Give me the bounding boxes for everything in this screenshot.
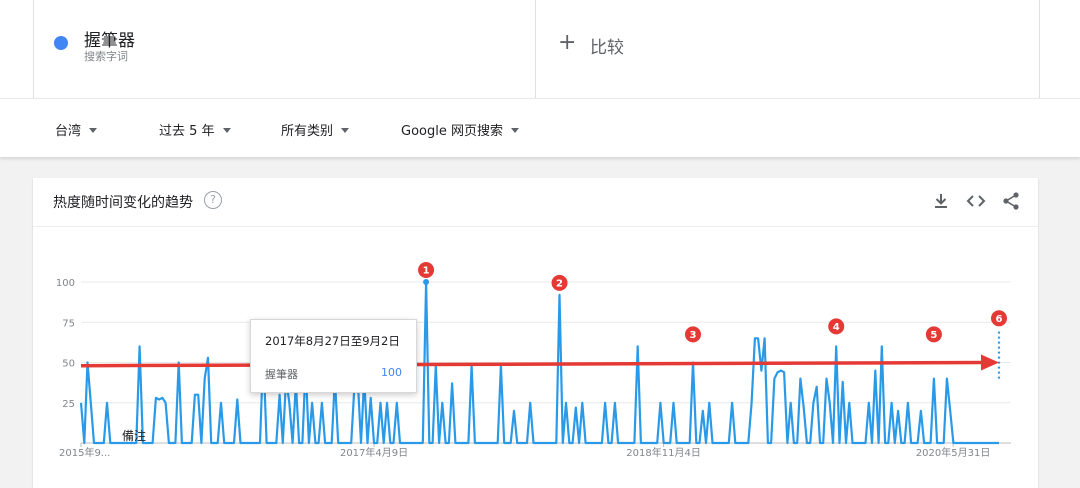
time-range-filter-label: 过去 5 年 (159, 124, 215, 139)
annotation-marker[interactable]: 5 (925, 326, 942, 343)
interest-over-time-card: 热度随时间变化的趋势 ? 25 50 75 100 2015年9... 2017年4月9日… (33, 178, 1038, 488)
region-filter-label: 台湾 (55, 124, 82, 139)
y-tick-label: 100 (56, 278, 75, 289)
annotation-marker-label: 5 (930, 330, 937, 341)
dropdown-caret-icon (222, 128, 231, 133)
tooltip-term: 握筆器 (265, 368, 298, 381)
plus-icon: + (558, 30, 577, 55)
y-tick-label: 50 (62, 359, 75, 370)
filter-bar: 台湾 过去 5 年 所有类别 Google 网页搜索 (0, 98, 1080, 157)
search-term-card[interactable]: 握筆器 搜索字词 (33, 0, 536, 98)
y-tick-label: 25 (62, 399, 75, 410)
highlight-point (423, 279, 430, 285)
x-tick-label: 2015年9... (59, 446, 110, 459)
annotation-marker-label: 6 (996, 314, 1003, 325)
compare-label: 比较 (590, 38, 624, 58)
series-color-dot (54, 36, 68, 50)
tooltip-date: 2017年8月27日至9月2日 (265, 334, 400, 348)
search-type-filter[interactable]: Google 网页搜索 (401, 120, 519, 139)
category-filter[interactable]: 所有类别 (281, 120, 350, 139)
annotation-marker-label: 4 (833, 322, 840, 333)
dropdown-caret-icon (341, 128, 350, 133)
dropdown-caret-icon (510, 128, 519, 133)
data-point-tooltip: 2017年8月27日至9月2日 握筆器 100 (250, 319, 417, 393)
notes-label[interactable]: 備注 (122, 427, 146, 444)
search-term-type: 搜索字词 (84, 50, 128, 63)
annotation-marker-label: 2 (556, 278, 563, 289)
x-tick-label: 2018年11月4日 (626, 446, 701, 459)
annotation-marker-label: 1 (423, 266, 430, 277)
x-tick-label: 2017年4月9日 (340, 446, 408, 459)
region-filter[interactable]: 台湾 (55, 120, 98, 139)
tooltip-value: 100 (381, 366, 402, 379)
annotation-marker[interactable]: 1 (418, 262, 435, 278)
search-type-filter-label: Google 网页搜索 (401, 124, 503, 139)
x-tick-label: 2020年5月31日 (916, 446, 991, 459)
y-tick-label: 75 (62, 318, 75, 329)
time-range-filter[interactable]: 过去 5 年 (159, 120, 231, 139)
trend-arrow-head (981, 354, 999, 371)
category-filter-label: 所有类别 (281, 124, 334, 139)
trend-chart[interactable]: 2550751002015年9... 2017年4月9日 2018年11月4日 202… (33, 178, 1038, 488)
dropdown-caret-icon (89, 128, 98, 133)
annotation-marker-label: 3 (690, 330, 697, 341)
annotation-marker[interactable]: 4 (828, 318, 845, 335)
search-terms-bar: 握筆器 搜索字词 + 比较 (0, 0, 1080, 98)
annotation-marker[interactable]: 3 (685, 326, 701, 343)
annotation-marker[interactable]: 2 (551, 274, 568, 291)
annotation-marker[interactable]: 6 (991, 310, 1007, 327)
compare-button[interactable]: + 比较 (535, 0, 1040, 98)
